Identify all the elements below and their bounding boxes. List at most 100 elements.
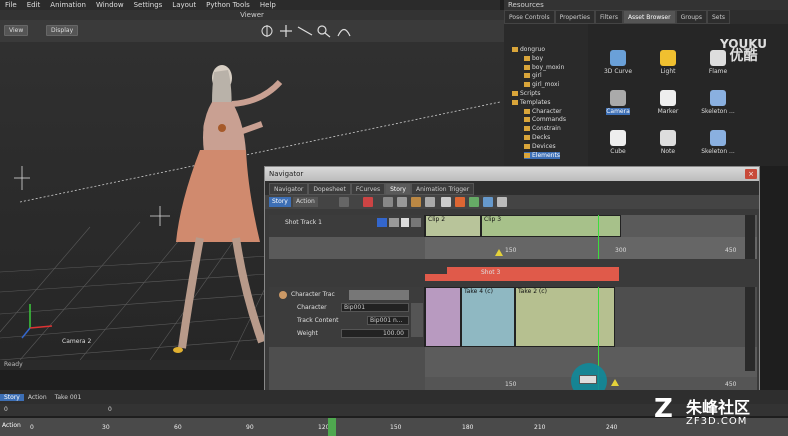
loop-icon[interactable] — [339, 197, 349, 207]
asset-item[interactable]: Light — [642, 50, 694, 75]
weight-value: 100.00 — [383, 330, 404, 337]
copy-icon[interactable] — [441, 197, 451, 207]
resources-tab-2[interactable]: Filters — [594, 10, 623, 24]
record-icon[interactable] — [363, 197, 373, 207]
tree-item[interactable]: Scripts — [512, 90, 541, 97]
action-mode-button[interactable]: Action — [293, 197, 318, 207]
tree-item[interactable]: Commands — [524, 116, 566, 123]
character-scrollbar[interactable] — [745, 287, 755, 371]
shot-3-bar[interactable]: Shot 3 — [425, 267, 619, 281]
track-solo-icon[interactable] — [401, 218, 409, 227]
shot-ruler[interactable]: 150 300 450 — [425, 237, 757, 259]
zf-logo-icon: Z — [654, 394, 673, 424]
weight-field[interactable]: 100.00 — [341, 329, 409, 338]
resources-tabs: Pose Controls Properties Filters Asset Brow… — [504, 10, 788, 24]
split-icon[interactable] — [425, 197, 435, 207]
character-track-header[interactable]: Character Trac Character Bip001 Track Co… — [269, 287, 425, 347]
folder-icon — [524, 55, 530, 61]
render-icon[interactable] — [455, 197, 465, 207]
youku-watermark: YOUKU 优酷 — [720, 38, 767, 63]
tree-item[interactable]: boy_moxin — [524, 64, 564, 71]
frame-start[interactable]: 0 — [4, 406, 8, 413]
tree-item[interactable]: Character — [524, 108, 562, 115]
menu-item-2[interactable]: Animation — [45, 1, 91, 9]
menu-item-5[interactable]: Layout — [167, 1, 201, 9]
shot-scrollbar[interactable] — [745, 215, 755, 259]
resources-tab-4[interactable]: Groups — [675, 10, 707, 24]
menu-item-7[interactable]: Help — [255, 1, 281, 9]
asset-item[interactable]: Skeleton ... — [692, 90, 744, 115]
track-controls-icon[interactable] — [349, 290, 409, 300]
tree-item[interactable]: Elements — [524, 151, 560, 159]
tree-item[interactable]: boy — [524, 55, 543, 62]
time-marker-2-icon[interactable] — [611, 379, 619, 386]
shot-track-header[interactable]: Shot Track 1 — [269, 215, 425, 237]
track-mute-icon[interactable] — [377, 218, 387, 227]
tree-item-label: Templates — [520, 98, 551, 106]
character-track-area[interactable]: Character Trac Character Bip001 Track Co… — [269, 287, 757, 405]
navigator-tab-3[interactable]: Story — [385, 183, 411, 195]
tree-item[interactable]: girl_moxi — [524, 81, 559, 88]
clip-2[interactable]: Clip 2 — [425, 215, 481, 237]
resources-tab-5[interactable]: Sets — [706, 10, 730, 24]
take-4-clip[interactable]: Take 4 (c) — [461, 287, 515, 347]
character-select[interactable]: Bip001 — [341, 303, 409, 312]
action-tab[interactable]: Action — [24, 394, 51, 401]
asset-item[interactable]: 3D Curve — [592, 50, 644, 75]
asset-item[interactable]: Cube — [592, 130, 644, 155]
time-marker-icon[interactable] — [495, 249, 503, 256]
navigator-titlebar[interactable]: Navigator × — [265, 167, 759, 181]
navigator-tab-2[interactable]: FCurves — [350, 183, 386, 195]
story-mode-button[interactable]: Story — [269, 197, 291, 207]
edit-icon[interactable] — [397, 197, 407, 207]
monitor-icon[interactable] — [497, 197, 507, 207]
clip-3[interactable]: Clip 3 — [481, 215, 621, 237]
resources-tree[interactable]: dongruo boy boy_moxin girl girl_moxi Scripts T… — [504, 24, 588, 166]
menu-item-4[interactable]: Settings — [129, 1, 168, 9]
display-menu-button[interactable]: Display — [46, 25, 79, 36]
track-options-icon[interactable] — [411, 218, 421, 227]
scroll-thumb[interactable] — [579, 375, 597, 384]
menu-item-1[interactable]: Edit — [22, 1, 46, 9]
story-tab[interactable]: Story — [0, 393, 24, 401]
asset-item[interactable]: Marker — [642, 90, 694, 115]
take-clip-left[interactable] — [425, 287, 461, 347]
shot-track-area[interactable]: Shot Track 1 Clip 2 Clip 3 150 300 450 — [269, 215, 757, 259]
menu-item-0[interactable]: File — [0, 1, 22, 9]
tree-item[interactable]: Templates — [512, 99, 551, 106]
track-lock-icon[interactable] — [389, 218, 399, 227]
asset-item[interactable]: Note — [642, 130, 694, 155]
lock-icon[interactable] — [383, 197, 393, 207]
navigator-tab-4[interactable]: Animation Trigger — [410, 183, 475, 195]
skeleton-icon[interactable] — [411, 303, 423, 337]
tree-item[interactable]: Devices — [524, 143, 556, 150]
navigator-tab-0[interactable]: Navigator — [269, 183, 309, 195]
view-menu-button[interactable]: View — [4, 25, 29, 36]
navigator-tab-1[interactable]: Dopesheet — [308, 183, 351, 195]
tree-item[interactable]: girl — [524, 72, 542, 79]
manipulator-tools[interactable] — [258, 23, 358, 39]
take-2-clip[interactable]: Take 2 (c) — [515, 287, 615, 347]
resources-title: Resources — [504, 0, 788, 10]
frame-current[interactable]: 0 — [108, 406, 112, 413]
asset-item[interactable]: Camera — [592, 90, 644, 115]
navigator-window: Navigator × Navigator Dopesheet FCurves Sto… — [264, 166, 760, 408]
take-select[interactable]: Take 001 — [51, 394, 86, 401]
tree-item[interactable]: Constrain — [524, 125, 561, 132]
resources-tab-3[interactable]: Asset Browser — [622, 10, 676, 24]
camera-switch-icon[interactable] — [469, 197, 479, 207]
menu-item-3[interactable]: Window — [91, 1, 129, 9]
close-button[interactable]: × — [745, 169, 757, 179]
asset-item[interactable]: Skeleton ... — [692, 130, 744, 155]
cut-icon[interactable] — [411, 197, 421, 207]
track-content-field[interactable]: Bip001 n... — [367, 316, 409, 325]
timeline-tick-label: 240 — [606, 424, 618, 431]
video-icon[interactable] — [483, 197, 493, 207]
folder-icon — [524, 143, 530, 149]
tree-item[interactable]: dongruo — [512, 46, 545, 53]
tree-item[interactable]: Decks — [524, 134, 550, 141]
resources-tab-0[interactable]: Pose Controls — [504, 10, 555, 24]
menu-item-6[interactable]: Python Tools — [201, 1, 255, 9]
resources-tab-1[interactable]: Properties — [554, 10, 595, 24]
timeline-playhead[interactable] — [328, 418, 336, 436]
